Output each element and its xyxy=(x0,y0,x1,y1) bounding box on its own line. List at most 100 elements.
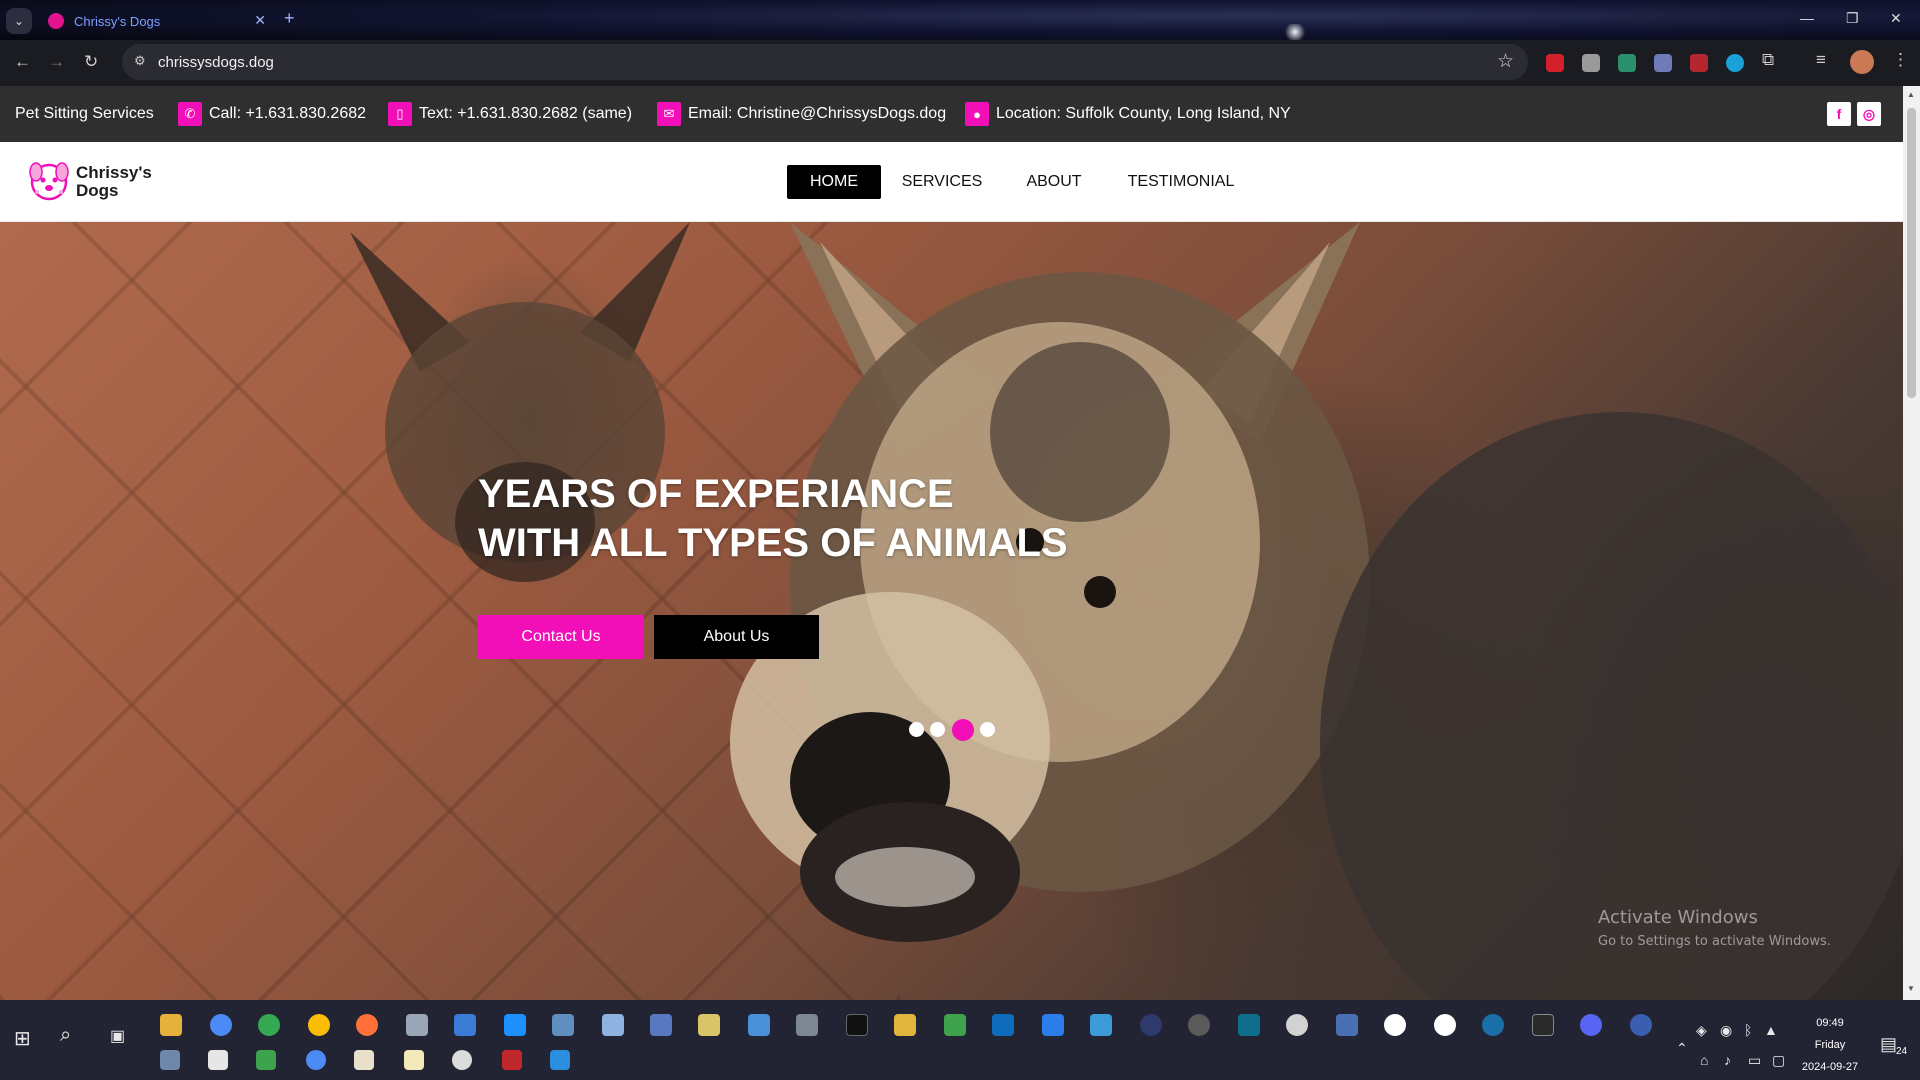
notification-center-icon[interactable]: ▤ xyxy=(1880,1034,1897,1055)
scrollbar-thumb[interactable] xyxy=(1907,108,1916,398)
nav-about[interactable]: ABOUT xyxy=(1010,165,1098,199)
extension-icon[interactable] xyxy=(1618,54,1636,72)
reading-list-icon[interactable]: ≡ xyxy=(1816,50,1826,70)
task-view-icon[interactable]: ▣ xyxy=(110,1026,125,1046)
outlook-icon[interactable] xyxy=(992,1014,1014,1036)
extension-icon[interactable] xyxy=(1582,54,1600,72)
terminal-icon[interactable] xyxy=(846,1014,868,1036)
steam-tray-icon[interactable]: ◉ xyxy=(1720,1022,1732,1039)
file-explorer-icon[interactable] xyxy=(160,1014,182,1036)
app-icon[interactable] xyxy=(796,1014,818,1036)
extension-icon[interactable] xyxy=(1726,54,1744,72)
app-icon[interactable] xyxy=(602,1014,624,1036)
spreadsheet-icon[interactable] xyxy=(944,1014,966,1036)
site-logo-text[interactable]: Chrissy's Dogs xyxy=(76,164,152,200)
system-clock[interactable]: 09:49 Friday 2024-09-27 xyxy=(1780,1012,1880,1078)
slider-dot-1[interactable] xyxy=(909,722,924,737)
battery-icon[interactable]: ▭ xyxy=(1748,1052,1761,1069)
gamepad-icon[interactable]: ◈ xyxy=(1696,1022,1707,1039)
motorola-icon[interactable] xyxy=(1384,1014,1406,1036)
app-icon[interactable] xyxy=(748,1014,770,1036)
page-scrollbar[interactable]: ▲ ▼ xyxy=(1903,86,1920,1000)
location-info[interactable]: ● Location: Suffolk County, Long Island,… xyxy=(965,86,1291,142)
app-icon[interactable] xyxy=(552,1014,574,1036)
tab-search-button[interactable]: ⌄ xyxy=(6,8,32,34)
app-icon[interactable] xyxy=(208,1050,228,1070)
app-icon[interactable] xyxy=(160,1050,180,1070)
forward-icon[interactable]: → xyxy=(48,52,65,72)
app-icon[interactable] xyxy=(504,1014,526,1036)
site-info-icon[interactable]: ⚙ xyxy=(134,53,150,69)
show-hidden-icons-chevron[interactable]: ⌃ xyxy=(1676,1040,1688,1057)
network-icon[interactable]: ▲ xyxy=(1764,1022,1778,1038)
new-tab-button[interactable]: + xyxy=(284,8,295,29)
close-window-icon[interactable]: ✕ xyxy=(1890,10,1902,27)
slider-dot-2[interactable] xyxy=(930,722,945,737)
app-icon[interactable] xyxy=(256,1050,276,1070)
dog-logo-icon[interactable] xyxy=(26,160,72,202)
scroll-up-icon[interactable]: ▲ xyxy=(1907,90,1915,99)
url-text[interactable]: chrissysdogs.dog xyxy=(158,54,274,71)
slider-dot-4[interactable] xyxy=(980,722,995,737)
bluetooth-icon[interactable]: ᛒ xyxy=(1744,1022,1752,1038)
close-tab-icon[interactable]: ✕ xyxy=(254,12,266,29)
app-icon[interactable] xyxy=(454,1014,476,1036)
app-icon[interactable] xyxy=(650,1014,672,1036)
nav-testimonial[interactable]: TESTIMONIAL xyxy=(1118,165,1244,199)
app-icon[interactable] xyxy=(1336,1014,1358,1036)
back-icon[interactable]: ← xyxy=(14,52,31,72)
volume-icon[interactable]: ♪ xyxy=(1724,1052,1731,1068)
firefox-icon[interactable] xyxy=(356,1014,378,1036)
about-us-button[interactable]: About Us xyxy=(654,615,819,659)
windows-start-icon[interactable]: ⊞ xyxy=(14,1026,31,1051)
app-icon[interactable] xyxy=(550,1050,570,1070)
notes-icon[interactable] xyxy=(404,1050,424,1070)
nav-home[interactable]: HOME xyxy=(787,165,881,199)
language-icon[interactable]: ⌂ xyxy=(1700,1052,1708,1068)
slider-dot-3-active[interactable] xyxy=(952,719,974,741)
call-info[interactable]: ✆ Call: +1.631.830.2682 xyxy=(178,86,366,142)
contact-us-button[interactable]: Contact Us xyxy=(478,615,644,659)
search-icon[interactable]: ⌕ xyxy=(60,1024,71,1047)
email-info[interactable]: ✉ Email: Christine@ChrissysDogs.dog xyxy=(657,86,946,142)
app-icon[interactable] xyxy=(406,1014,428,1036)
chrome-icon[interactable] xyxy=(306,1050,326,1070)
facebook-icon[interactable]: f xyxy=(1827,102,1851,126)
people-icon[interactable] xyxy=(1090,1014,1112,1036)
app-icon[interactable] xyxy=(1238,1014,1260,1036)
extension-icon[interactable] xyxy=(1546,54,1564,72)
scroll-down-icon[interactable]: ▼ xyxy=(1907,984,1915,993)
instagram-icon[interactable]: ◎ xyxy=(1857,102,1881,126)
calendar-icon[interactable] xyxy=(1042,1014,1064,1036)
key-icon[interactable] xyxy=(894,1014,916,1036)
filezilla-icon[interactable] xyxy=(502,1050,522,1070)
windows-taskbar: ⊞ ⌕ ▣ ◈ ◉ ᛒ ▲ ⌃ ⌂ ♪ ▭ ▢ ▤ 24 xyxy=(0,1000,1920,1080)
chrome-icon[interactable] xyxy=(258,1014,280,1036)
chrome-icon[interactable] xyxy=(210,1014,232,1036)
nav-services[interactable]: SERVICES xyxy=(895,165,989,199)
browser-menu-icon[interactable]: ⋮ xyxy=(1892,50,1909,70)
app-icon[interactable] xyxy=(354,1050,374,1070)
app-icon[interactable] xyxy=(1188,1014,1210,1036)
restore-icon[interactable]: ❐ xyxy=(1846,10,1859,27)
reload-icon[interactable]: ↻ xyxy=(84,52,98,72)
chrome-icon[interactable] xyxy=(308,1014,330,1036)
browser-tab[interactable]: Chrissy's Dogs ✕ xyxy=(40,6,272,36)
app-icon[interactable] xyxy=(698,1014,720,1036)
steam-icon[interactable] xyxy=(1482,1014,1504,1036)
epic-games-icon[interactable] xyxy=(1532,1014,1554,1036)
bookmark-star-icon[interactable]: ☆ xyxy=(1497,50,1514,73)
app-icon[interactable] xyxy=(1286,1014,1308,1036)
profile-avatar[interactable] xyxy=(1850,50,1874,74)
address-bar[interactable]: ⚙ chrissysdogs.dog ☆ xyxy=(122,44,1528,80)
motorola-icon[interactable] xyxy=(1434,1014,1456,1036)
app-icon[interactable] xyxy=(1630,1014,1652,1036)
minimize-icon[interactable]: — xyxy=(1800,10,1814,26)
discord-icon[interactable] xyxy=(1580,1014,1602,1036)
extensions-puzzle-icon[interactable]: ⧉ xyxy=(1762,50,1774,70)
extension-icon[interactable] xyxy=(1690,54,1708,72)
text-info[interactable]: ▯ Text: +1.631.830.2682 (same) xyxy=(388,86,632,142)
app-icon[interactable] xyxy=(452,1050,472,1070)
extension-icon[interactable] xyxy=(1654,54,1672,72)
app-icon[interactable] xyxy=(1140,1014,1162,1036)
